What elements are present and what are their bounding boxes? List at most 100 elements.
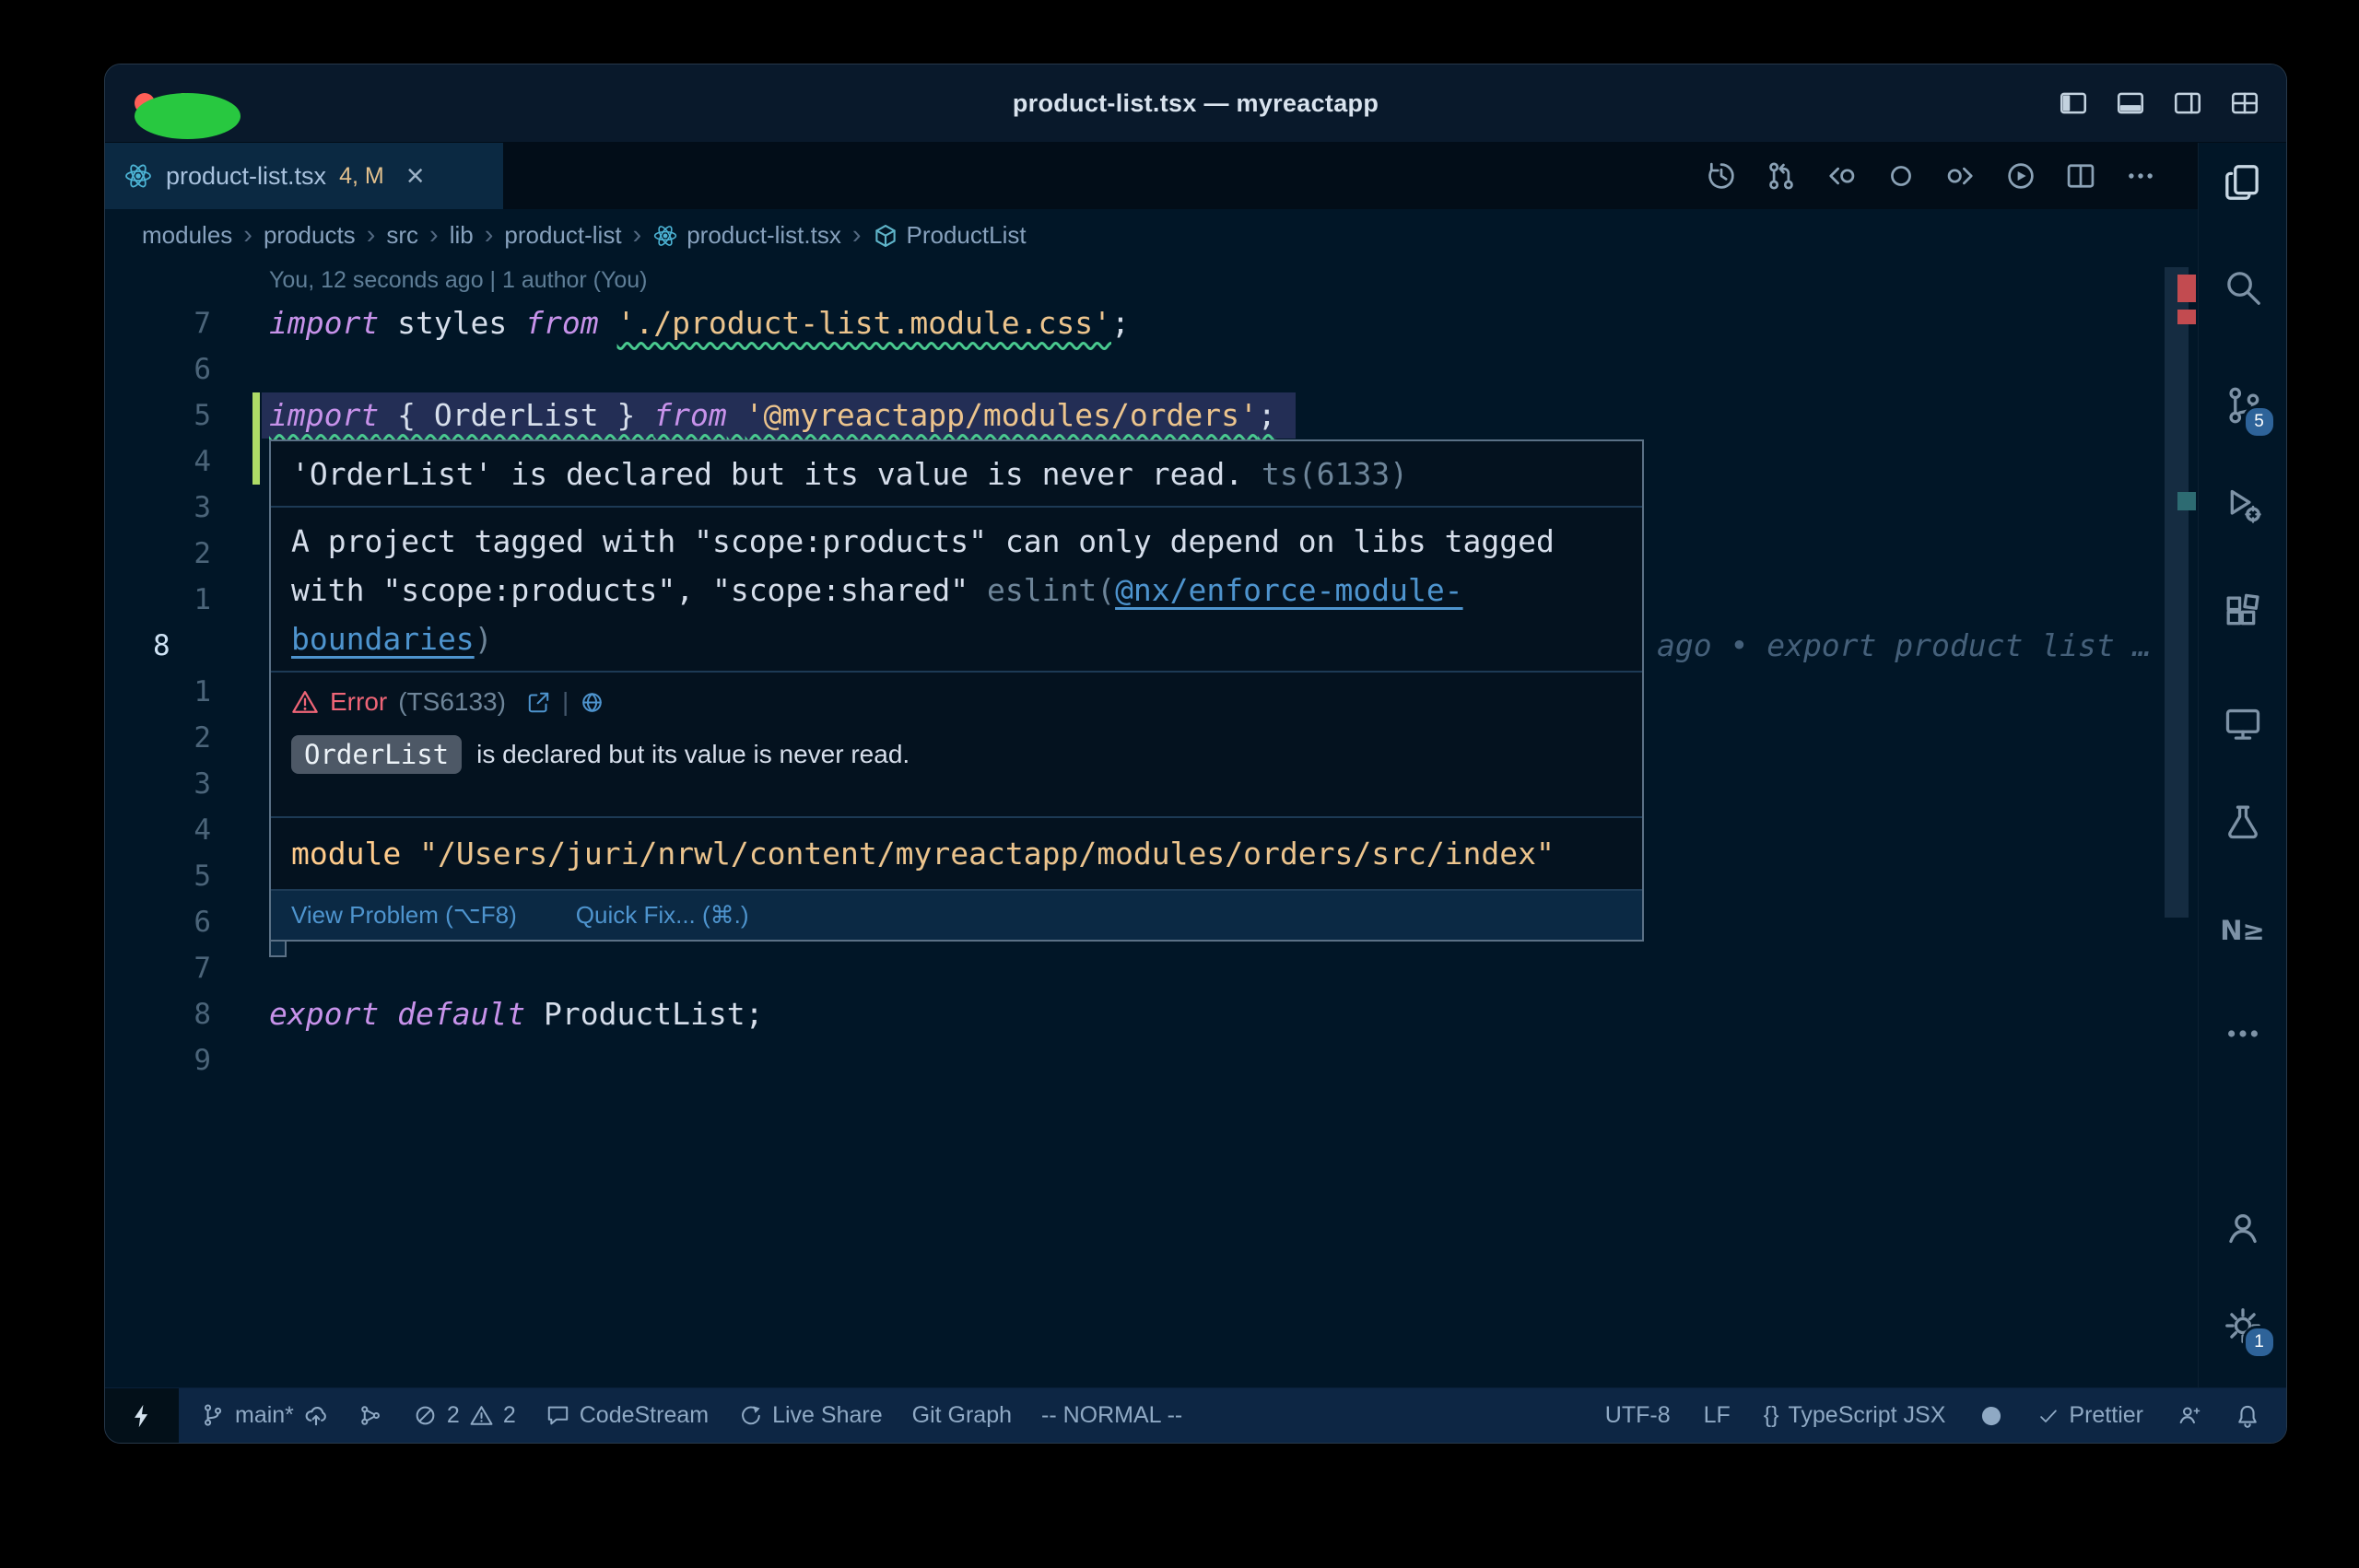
quick-fix-link[interactable]: Quick Fix... (⌘.) [576,901,749,930]
breadcrumb-label: product-list [504,221,621,250]
breadcrumb-products[interactable]: products [264,221,356,250]
language-label: TypeScript JSX [1789,1402,1946,1429]
code-editor[interactable]: You, 12 seconds ago | 1 author (You) 7 6… [105,262,2198,1387]
editor-column: product-list.tsx 4, M × [105,143,2198,1387]
symbol-chip: OrderList [291,735,462,774]
accounts-button[interactable] [2217,1202,2269,1254]
search-icon [2223,267,2263,308]
timeline-icon[interactable] [1705,159,1738,193]
share-icon [738,1403,763,1428]
split-editor-icon[interactable] [2064,159,2097,193]
line-number: 7 [105,945,211,991]
sidebar-item-testing[interactable] [2217,796,2269,848]
problems-status[interactable]: 2 2 [413,1402,516,1429]
activity-bar: 5 [2198,143,2286,1387]
react-icon [652,223,678,249]
record-icon[interactable] [1884,159,1918,193]
customize-layout-icon[interactable] [2229,88,2260,119]
toggle-primary-sidebar-icon[interactable] [2058,88,2089,119]
more-actions-icon[interactable] [2124,159,2157,193]
source-control-badge: 5 [2243,405,2276,439]
line-number: 3 [105,485,211,531]
main-area: product-list.tsx 4, M × [105,143,2286,1387]
sidebar-item-source-control[interactable]: 5 [2217,380,2269,431]
toggle-secondary-sidebar-icon[interactable] [2172,88,2203,119]
breadcrumb-src[interactable]: src [386,221,418,250]
line-number: 9 [105,1037,211,1083]
ruler-error-mark [2177,275,2196,302]
hover-resize-handle[interactable] [269,940,287,957]
git-graph-button[interactable] [358,1403,383,1428]
sidebar-item-explorer[interactable] [2217,157,2269,208]
git-graph-label-button[interactable]: Git Graph [912,1402,1012,1429]
live-share-button[interactable]: Live Share [738,1402,883,1429]
close-tab-icon[interactable]: × [406,160,425,192]
comment-icon [546,1403,570,1428]
sidebar-item-extensions[interactable] [2217,587,2269,638]
settings-button[interactable]: 1 [2217,1300,2269,1352]
breadcrumb-lib[interactable]: lib [450,221,474,250]
sidebar-item-nx-console[interactable]: N≥ [2217,905,2269,956]
tab-product-list[interactable]: product-list.tsx 4, M × [105,143,503,209]
breadcrumb-label: ProductList [907,221,1027,250]
breadcrumb-label: products [264,221,356,250]
view-problem-link[interactable]: View Problem (⌥F8) [291,901,517,930]
prettier-status[interactable]: Prettier [2037,1402,2143,1429]
scrollbar-thumb[interactable] [2165,267,2189,918]
live-share-contacts-button[interactable] [2177,1403,2201,1428]
run-circle-icon[interactable] [2004,159,2037,193]
sidebar-item-remote-explorer[interactable] [2217,698,2269,750]
vscode-window: product-list.tsx — myreactapp [104,64,2287,1444]
remote-indicator[interactable] [105,1388,179,1443]
toggle-panel-icon[interactable] [2115,88,2146,119]
compare-changes-icon[interactable] [1765,159,1798,193]
github-icon [1978,1403,2004,1429]
codelens-blame[interactable]: You, 12 seconds ago | 1 author (You) [269,267,648,294]
sidebar-item-search[interactable] [2217,262,2269,313]
breadcrumb-file[interactable]: product-list.tsx [652,221,841,250]
nav-back-icon[interactable] [1825,159,1858,193]
code-line-export-default[interactable]: export default ProductList; [269,991,763,1037]
nx-console-icon: N≥ [2220,915,2265,946]
open-external-icon[interactable] [526,690,551,715]
sidebar-item-more[interactable] [2217,1008,2269,1059]
code-line-import-styles[interactable]: import styles from './product-list.modul… [269,300,1130,346]
breadcrumb-modules[interactable]: modules [142,221,232,250]
titlebar[interactable]: product-list.tsx — myreactapp [105,64,2286,143]
error-detail-section: Error (TS6133) | [271,671,1642,816]
breadcrumb-symbol[interactable]: ProductList [873,221,1027,250]
globe-icon[interactable] [580,690,604,715]
status-bar: main* 2 [105,1387,2286,1443]
remote-explorer-icon [2223,704,2263,744]
encoding-selector[interactable]: UTF-8 [1605,1402,1671,1429]
diagnostics-hover: 'OrderList' is declared but its value is… [269,439,1644,942]
sidebar-item-run-debug[interactable] [2217,479,2269,531]
account-icon [2223,1208,2263,1248]
live-share-label: Live Share [772,1402,883,1429]
codestream-button[interactable]: CodeStream [546,1402,709,1429]
github-button[interactable] [1978,1403,2004,1429]
warning-triangle-icon [291,688,319,716]
divider: | [562,687,569,717]
breadcrumb-separator: › [633,220,642,251]
nav-forward-icon[interactable] [1944,159,1978,193]
ruler-error-mark [2177,310,2196,324]
breadcrumb-label: src [386,221,418,250]
breadcrumb-label: lib [450,221,474,250]
notifications-button[interactable] [2235,1403,2260,1429]
beaker-icon [2223,802,2263,842]
code-line-import-orderlist[interactable]: import { OrderList } from '@myreactapp/m… [269,392,1276,439]
line-number: 4 [105,807,211,853]
tab-label: product-list.tsx [166,162,326,191]
branch-name: main* [235,1402,294,1429]
graph-icon [358,1403,383,1428]
breadcrumb-product-list[interactable]: product-list [504,221,621,250]
eol-selector[interactable]: LF [1704,1402,1731,1429]
inline-blame-annotation: ago • export product list … [1657,623,2151,669]
branch-status[interactable]: main* [201,1402,329,1429]
run-debug-icon [2223,485,2263,525]
chip-message: is declared but its value is never read. [476,740,910,769]
language-mode-selector[interactable]: {} TypeScript JSX [1764,1402,1946,1429]
zoom-window-button[interactable] [135,93,241,139]
line-number: 5 [105,853,211,899]
